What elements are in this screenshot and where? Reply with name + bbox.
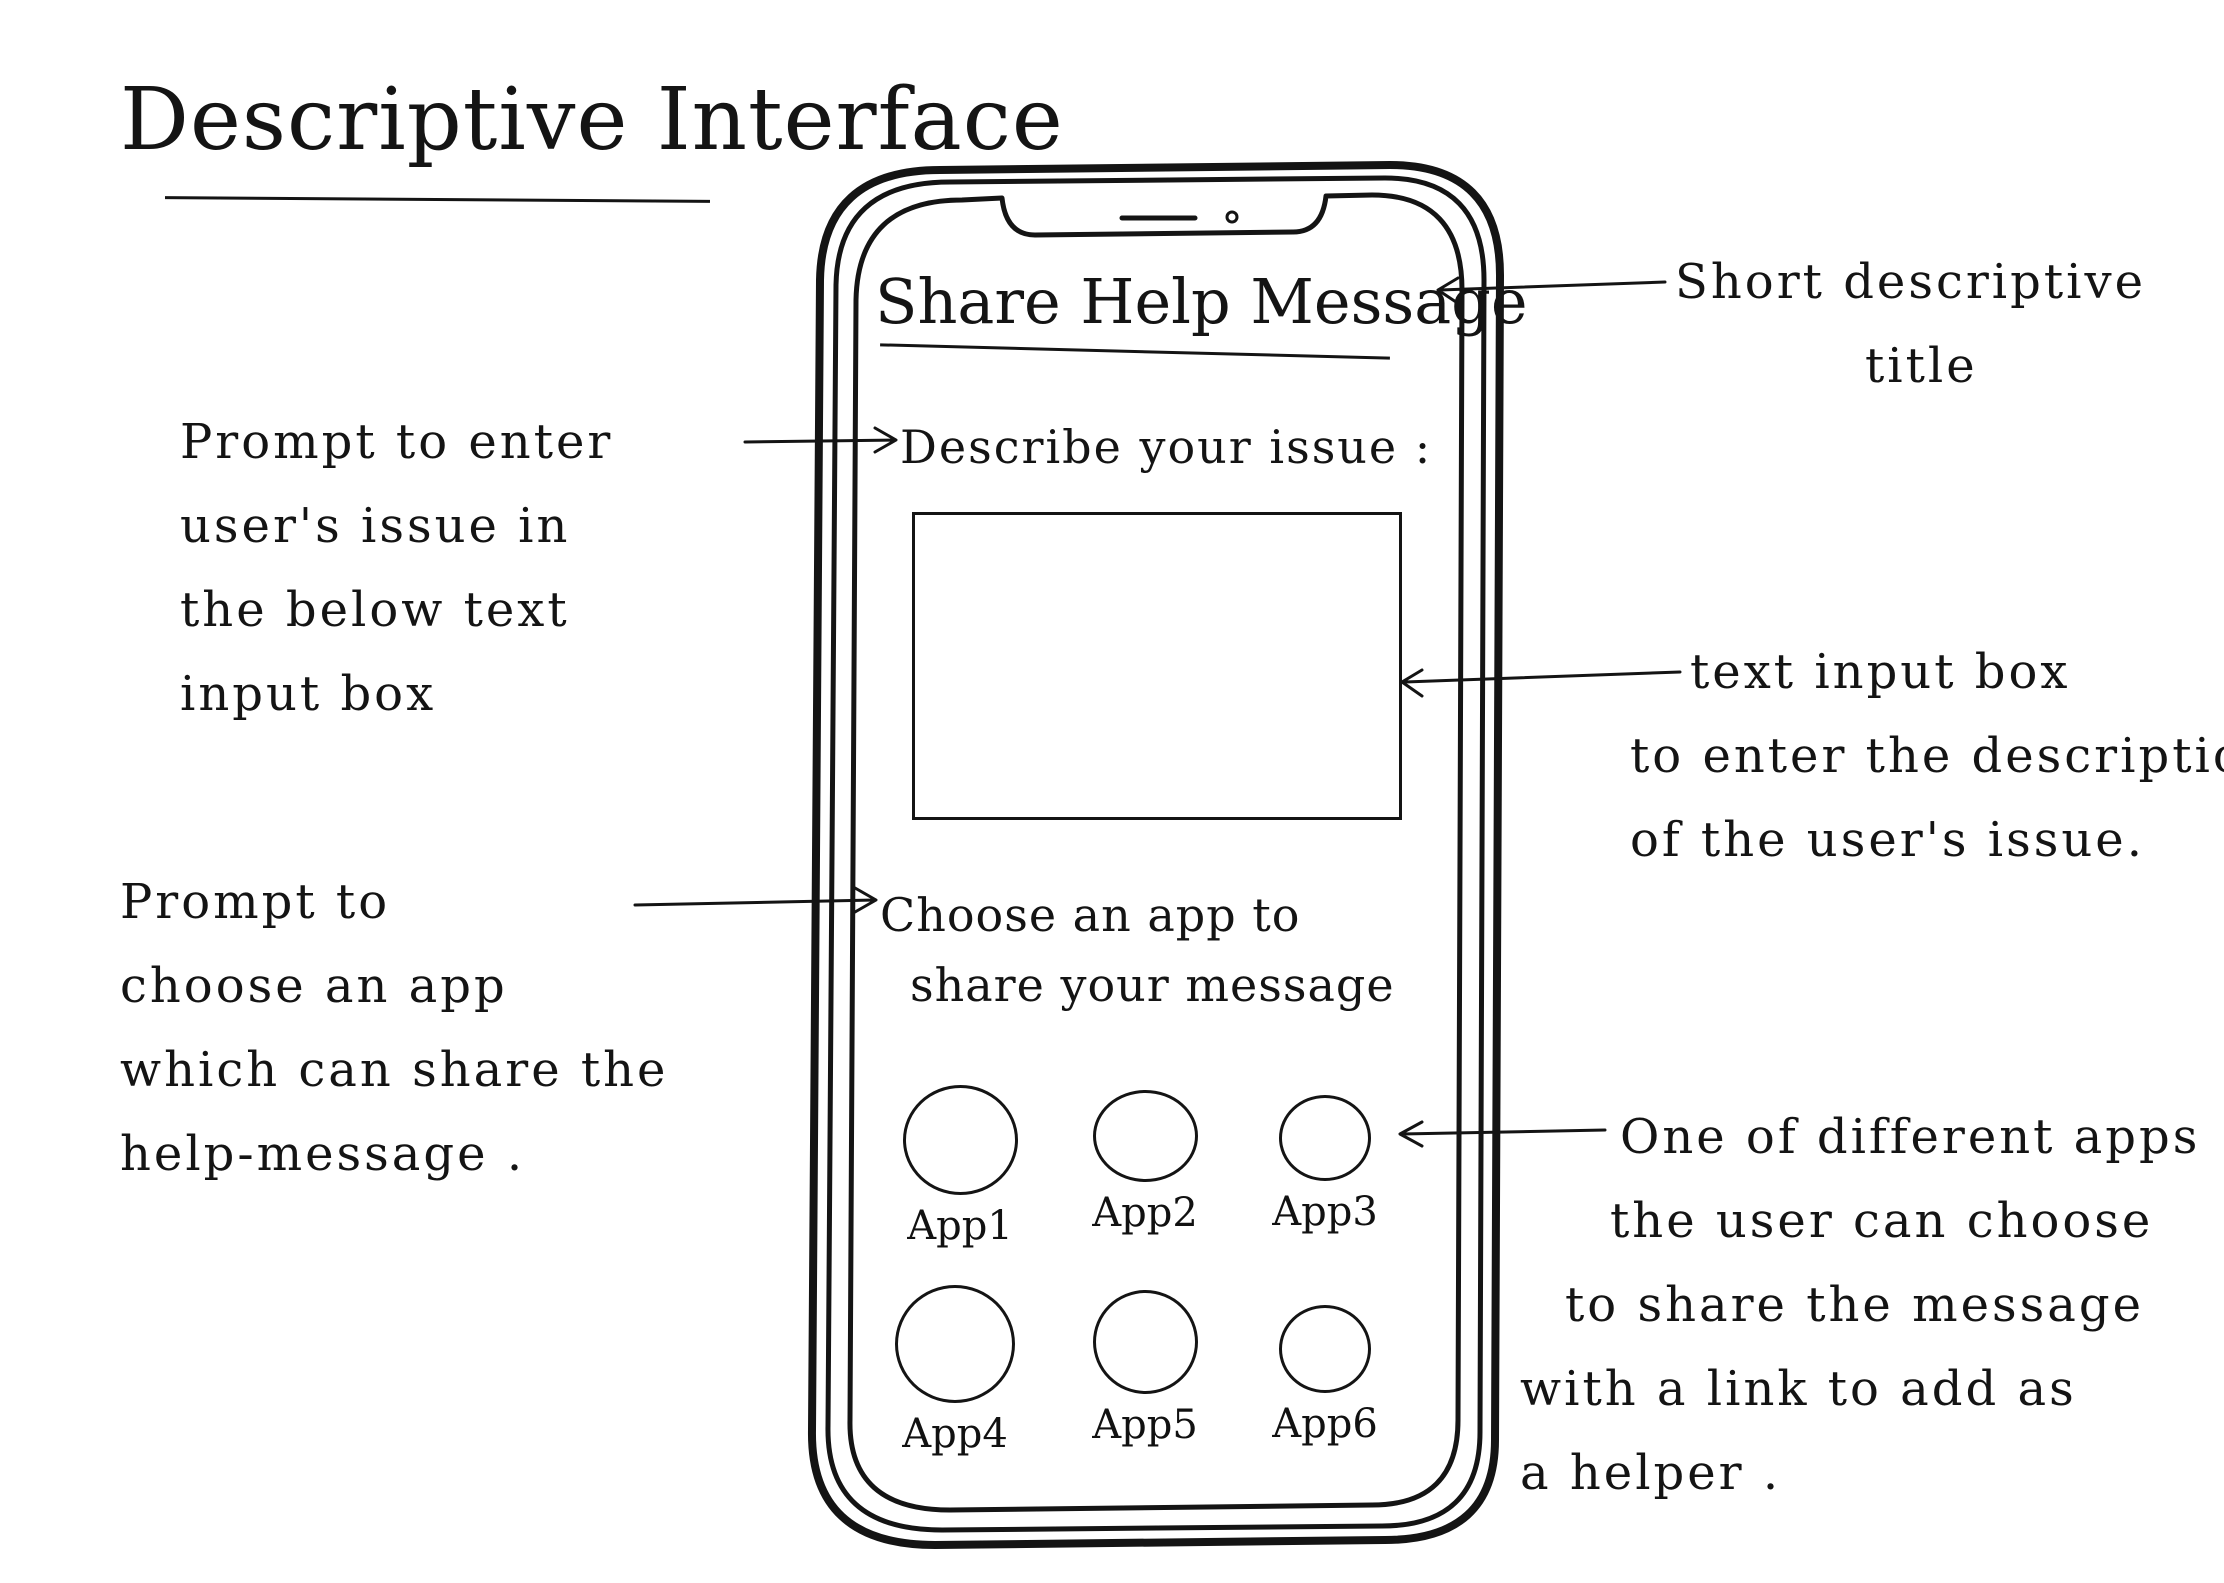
app-4-label: App4 xyxy=(902,1411,1008,1457)
app-5-icon xyxy=(1092,1290,1198,1394)
app-prompt-line: share your message xyxy=(910,958,1395,1012)
app-prompt-label: Choose an app to share your message xyxy=(880,880,1395,1020)
annotation-line: input box xyxy=(180,666,437,722)
page-title: Descriptive Interface xyxy=(120,70,1064,170)
app-option-1[interactable]: App1 xyxy=(890,1085,1030,1255)
app-4-icon xyxy=(895,1285,1015,1403)
annotation-line: which can share the xyxy=(120,1042,669,1098)
annotation-line: One of different apps xyxy=(1620,1109,2201,1165)
annotation-line: of the user's issue. xyxy=(1630,812,2145,868)
annotation-line: with a link to add as xyxy=(1520,1361,2077,1417)
app-5-label: App5 xyxy=(1092,1402,1198,1448)
app-option-3[interactable]: App3 xyxy=(1255,1095,1395,1265)
annotation-line: the user can choose xyxy=(1610,1193,2154,1249)
app-option-2[interactable]: App2 xyxy=(1075,1090,1215,1260)
app-3-label: App3 xyxy=(1272,1189,1378,1235)
app-2-icon xyxy=(1092,1090,1198,1182)
annotation-line: to share the message xyxy=(1565,1277,2145,1333)
app-2-label: App2 xyxy=(1092,1190,1198,1236)
app-1-label: App1 xyxy=(907,1203,1013,1249)
annotation-line: text input box xyxy=(1690,644,2071,700)
annotation-text-box: text input box to enter the description … xyxy=(1630,630,2224,882)
notch-camera xyxy=(1225,210,1239,224)
annotation-issue-prompt: Prompt to enter user's issue in the belo… xyxy=(180,400,613,736)
app-6-label: App6 xyxy=(1272,1401,1378,1447)
annotation-line: choose an app xyxy=(120,958,508,1014)
annotation-line: help-message . xyxy=(120,1126,526,1182)
screen-title: Share Help Message xyxy=(875,265,1528,338)
annotation-apps: One of different apps the user can choos… xyxy=(1520,1095,2200,1515)
annotation-line: a helper . xyxy=(1520,1445,1782,1501)
arrow-app-prompt xyxy=(633,886,878,914)
annotation-line: to enter the description xyxy=(1630,728,2224,784)
issue-description-input[interactable] xyxy=(912,512,1402,820)
issue-prompt-label: Describe your issue : xyxy=(900,420,1433,474)
app-3-icon xyxy=(1279,1095,1371,1181)
annotation-app-prompt: Prompt to choose an app which can share … xyxy=(120,860,668,1196)
app-option-4[interactable]: App4 xyxy=(885,1285,1025,1457)
annotation-line: user's issue in xyxy=(180,498,571,554)
app-6-icon xyxy=(1279,1305,1371,1393)
annotation-title: Short descriptive title xyxy=(1675,240,2146,408)
app-option-5[interactable]: App5 xyxy=(1075,1290,1215,1460)
app-prompt-line: Choose an app to xyxy=(880,888,1301,942)
app-option-6[interactable]: App6 xyxy=(1255,1305,1395,1475)
app-1-icon xyxy=(902,1085,1018,1195)
annotation-line: Short descriptive xyxy=(1675,254,2147,310)
annotation-line: Prompt to xyxy=(120,874,391,930)
annotation-line: title xyxy=(1865,338,1978,394)
annotation-line: the below text xyxy=(180,582,570,638)
annotation-line: Prompt to enter xyxy=(180,414,614,470)
